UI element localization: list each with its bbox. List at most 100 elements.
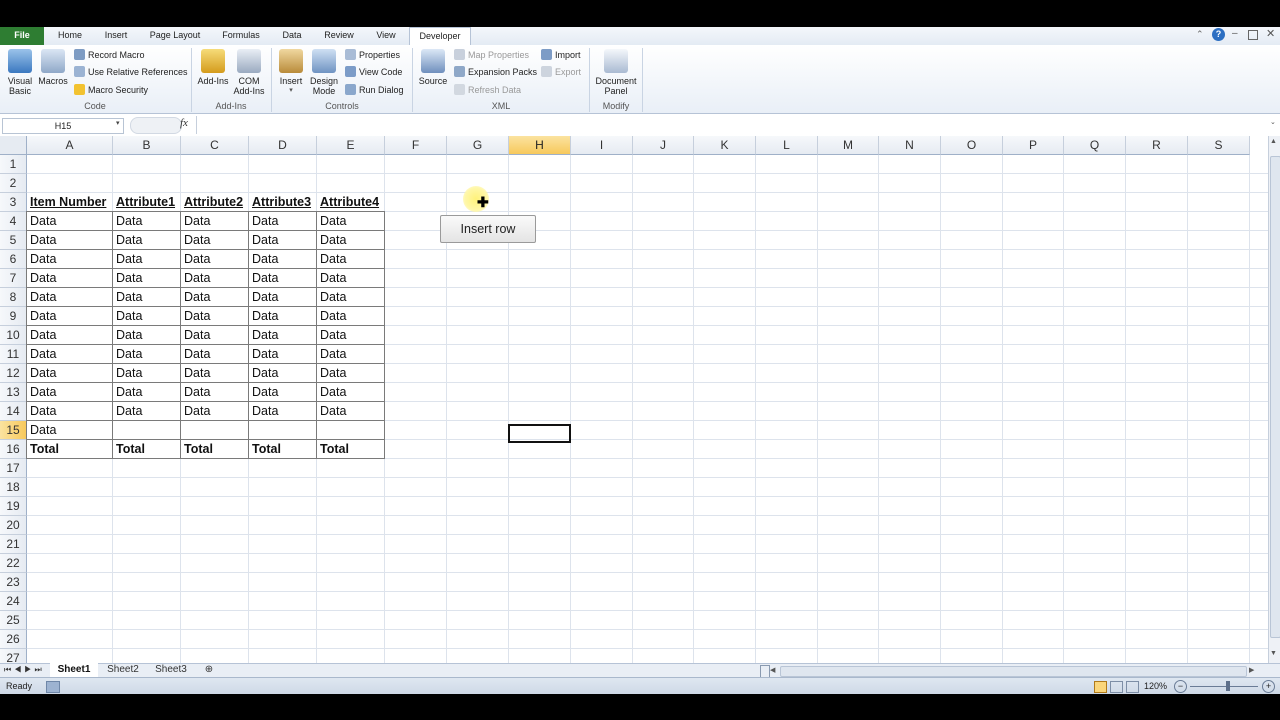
table-data-cell[interactable]: Data — [113, 212, 181, 231]
table-data-cell[interactable]: Data — [317, 269, 385, 288]
column-header-n[interactable]: N — [879, 136, 941, 155]
table-data-cell[interactable]: Data — [317, 383, 385, 402]
column-header-f[interactable]: F — [385, 136, 447, 155]
select-all-corner[interactable] — [0, 136, 27, 155]
table-data-cell[interactable]: Data — [249, 269, 317, 288]
table-data-cell[interactable]: Data — [113, 288, 181, 307]
row-header-23[interactable]: 23 — [0, 573, 27, 592]
row-header-1[interactable]: 1 — [0, 155, 27, 174]
xml-source-button[interactable]: Source — [416, 49, 450, 86]
table-data-cell[interactable]: Data — [27, 269, 113, 288]
table-data-cell[interactable]: Data — [113, 231, 181, 250]
row-header-10[interactable]: 10 — [0, 326, 27, 345]
column-header-m[interactable]: M — [818, 136, 879, 155]
macro-security-button[interactable]: Macro Security — [74, 83, 148, 97]
window-minimize-icon[interactable]: – — [1232, 28, 1244, 42]
visual-basic-button[interactable]: Visual Basic — [4, 49, 36, 96]
table-data-cell[interactable]: Data — [27, 383, 113, 402]
macro-recording-icon[interactable] — [46, 681, 60, 693]
sheet-tab-sheet3[interactable]: Sheet3 — [148, 663, 194, 677]
window-restore-icon[interactable] — [1248, 30, 1258, 40]
table-data-cell[interactable]: Data — [113, 307, 181, 326]
row-header-11[interactable]: 11 — [0, 345, 27, 364]
table-data-cell[interactable]: Data — [249, 364, 317, 383]
table-data-cell[interactable]: Data — [27, 364, 113, 383]
table-data-cell[interactable]: Data — [27, 212, 113, 231]
active-cell-h15[interactable] — [508, 424, 571, 443]
map-properties-button[interactable]: Map Properties — [454, 48, 529, 62]
import-button[interactable]: Import — [541, 48, 581, 62]
row-header-6[interactable]: 6 — [0, 250, 27, 269]
column-header-e[interactable]: E — [317, 136, 385, 155]
expand-formula-bar-icon[interactable]: ⌄ — [1270, 118, 1278, 130]
row-header-4[interactable]: 4 — [0, 212, 27, 231]
table-data-cell[interactable]: Data — [317, 288, 385, 307]
table-data-cell[interactable]: Data — [113, 402, 181, 421]
table-data-cell[interactable]: Data — [181, 326, 249, 345]
row-header-20[interactable]: 20 — [0, 516, 27, 535]
table-data-cell[interactable]: Data — [27, 307, 113, 326]
table-data-cell[interactable]: Data — [27, 402, 113, 421]
properties-button[interactable]: Properties — [345, 48, 400, 62]
column-header-r[interactable]: R — [1126, 136, 1188, 155]
table-data-cell[interactable]: Data — [249, 326, 317, 345]
table-data-cell[interactable]: Data — [317, 212, 385, 231]
row-header-7[interactable]: 7 — [0, 269, 27, 288]
table-header-cell[interactable]: Attribute2 — [181, 193, 249, 212]
row-header-22[interactable]: 22 — [0, 554, 27, 573]
export-button[interactable]: Export — [541, 65, 581, 79]
formula-input[interactable] — [196, 116, 1269, 134]
table-data-cell[interactable]: Data — [27, 421, 113, 440]
table-data-cell[interactable]: Data — [181, 250, 249, 269]
column-header-g[interactable]: G — [447, 136, 509, 155]
name-box[interactable]: H15 — [2, 118, 124, 134]
tab-page-layout[interactable]: Page Layout — [142, 27, 208, 45]
table-data-cell[interactable] — [317, 421, 385, 440]
minimize-ribbon-icon[interactable]: ⌃ — [1196, 29, 1206, 41]
zoom-out-icon[interactable]: − — [1174, 680, 1187, 693]
table-data-cell[interactable]: Data — [249, 231, 317, 250]
table-data-cell[interactable]: Data — [181, 269, 249, 288]
table-total-cell[interactable]: Total — [181, 440, 249, 459]
tab-review[interactable]: Review — [316, 27, 362, 45]
tab-insert[interactable]: Insert — [96, 27, 136, 45]
table-total-cell[interactable]: Total — [249, 440, 317, 459]
insert-row-button[interactable]: Insert row — [440, 215, 536, 243]
tab-view[interactable]: View — [368, 27, 404, 45]
row-header-13[interactable]: 13 — [0, 383, 27, 402]
scroll-down-icon[interactable]: ▼ — [1270, 650, 1277, 657]
view-code-button[interactable]: View Code — [345, 65, 402, 79]
com-add-ins-button[interactable]: COM Add-Ins — [232, 49, 266, 96]
table-header-cell[interactable]: Attribute4 — [317, 193, 385, 212]
row-header-2[interactable]: 2 — [0, 174, 27, 193]
table-data-cell[interactable]: Data — [113, 345, 181, 364]
table-data-cell[interactable] — [249, 421, 317, 440]
zoom-slider-track[interactable] — [1190, 686, 1258, 687]
table-data-cell[interactable]: Data — [317, 307, 385, 326]
table-header-cell[interactable]: Attribute1 — [113, 193, 181, 212]
table-data-cell[interactable]: Data — [113, 250, 181, 269]
table-data-cell[interactable]: Data — [317, 345, 385, 364]
scroll-right-icon[interactable]: ▶ — [1249, 666, 1254, 674]
column-header-b[interactable]: B — [113, 136, 181, 155]
table-data-cell[interactable]: Data — [113, 364, 181, 383]
table-data-cell[interactable]: Data — [249, 383, 317, 402]
insert-sheet-icon[interactable]: ⊕ — [198, 663, 220, 677]
row-header-19[interactable]: 19 — [0, 497, 27, 516]
sheet-tab-sheet2[interactable]: Sheet2 — [100, 663, 146, 677]
scroll-up-icon[interactable]: ▲ — [1270, 138, 1277, 145]
table-data-cell[interactable]: Data — [181, 231, 249, 250]
table-total-cell[interactable]: Total — [27, 440, 113, 459]
column-header-i[interactable]: I — [571, 136, 633, 155]
table-header-cell[interactable]: Attribute3 — [249, 193, 317, 212]
tab-data[interactable]: Data — [274, 27, 310, 45]
row-header-16[interactable]: 16 — [0, 440, 27, 459]
tab-developer[interactable]: Developer — [409, 27, 471, 46]
insert-function-icon[interactable]: fx — [180, 117, 192, 131]
refresh-data-button[interactable]: Refresh Data — [454, 83, 521, 97]
column-header-k[interactable]: K — [694, 136, 756, 155]
table-data-cell[interactable]: Data — [317, 364, 385, 383]
table-data-cell[interactable]: Data — [317, 402, 385, 421]
table-data-cell[interactable]: Data — [181, 307, 249, 326]
use-relative-references-button[interactable]: Use Relative References — [74, 65, 188, 79]
